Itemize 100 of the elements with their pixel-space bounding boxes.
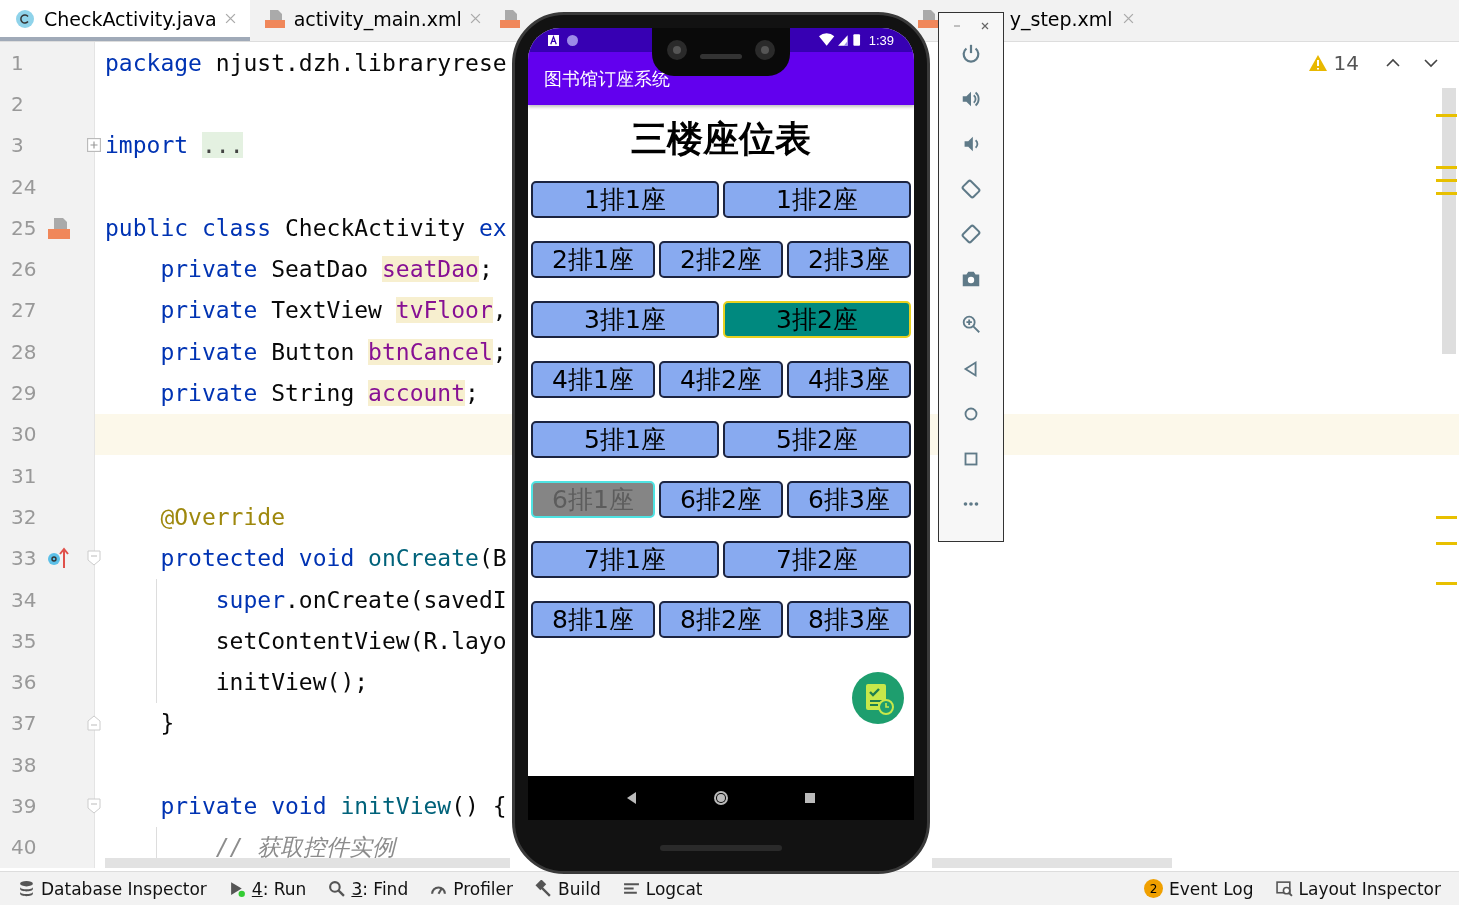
line-number: 39 bbox=[11, 794, 37, 818]
line-number: 38 bbox=[11, 752, 37, 777]
tool-window-label: Profiler bbox=[453, 878, 514, 899]
code-line: setContentView(R.layo bbox=[214, 627, 507, 654]
zoom-icon[interactable] bbox=[960, 313, 982, 335]
line-number: 35 bbox=[11, 628, 37, 653]
line-number: 40 bbox=[11, 835, 37, 860]
code-line: private Button btnCancel; bbox=[159, 338, 507, 365]
line-number: 31 bbox=[11, 463, 37, 488]
line-number: 27 bbox=[11, 298, 37, 323]
line-number: 25 bbox=[11, 215, 37, 240]
horizontal-scrollbar[interactable] bbox=[105, 858, 510, 868]
code-line: public class CheckActivity ex bbox=[105, 214, 507, 241]
list-icon bbox=[622, 880, 640, 897]
line-number: 2 bbox=[11, 91, 24, 116]
run-icon bbox=[228, 880, 246, 897]
seat-button[interactable]: 5排2座 bbox=[723, 421, 911, 458]
tool-window-button[interactable]: Database Inspector bbox=[10, 878, 215, 899]
seat-button[interactable]: 2排3座 bbox=[787, 241, 911, 278]
seat-button[interactable]: 8排2座 bbox=[659, 601, 783, 638]
signal-icon bbox=[818, 33, 861, 47]
tool-window-label: Database Inspector bbox=[41, 878, 207, 899]
line-number: 37 bbox=[11, 711, 37, 736]
warning-icon[interactable] bbox=[1307, 54, 1328, 72]
code-line: protected void onCreate(B bbox=[159, 545, 507, 572]
tool-window-label: Event Log bbox=[1169, 878, 1254, 899]
power-icon[interactable] bbox=[960, 43, 982, 65]
line-number: 26 bbox=[11, 257, 37, 282]
line-number: 29 bbox=[11, 381, 37, 405]
seat-button[interactable]: 6排3座 bbox=[787, 481, 911, 518]
xml-file-icon[interactable] bbox=[916, 8, 939, 29]
sync-icon bbox=[567, 34, 578, 46]
rotate-right-icon[interactable] bbox=[960, 223, 982, 245]
line-number: 1 bbox=[11, 50, 24, 75]
tool-window-button[interactable]: 4: Run bbox=[220, 878, 315, 899]
chevron-up-icon[interactable] bbox=[1385, 58, 1401, 68]
scrollbar-thumb[interactable] bbox=[1442, 88, 1456, 354]
override-icon[interactable] bbox=[46, 546, 70, 571]
line-number: 24 bbox=[11, 174, 37, 199]
editor-tab[interactable]: CheckActivity.java bbox=[0, 0, 250, 41]
close-icon[interactable] bbox=[980, 21, 990, 31]
seat-button[interactable]: 4排3座 bbox=[787, 361, 911, 398]
seat-button[interactable]: 3排2座 bbox=[723, 301, 911, 338]
editor-tab[interactable]: activity_main.xml bbox=[249, 0, 495, 41]
code-line: } bbox=[159, 710, 175, 737]
tool-window-button[interactable]: 3: Find bbox=[320, 878, 417, 899]
seat-button[interactable]: 8排1座 bbox=[531, 601, 655, 638]
notification-icon bbox=[548, 34, 559, 46]
code-line: private SeatDao seatDao; bbox=[159, 256, 493, 283]
checklist-fab-icon[interactable] bbox=[852, 672, 904, 724]
fold-icon[interactable] bbox=[87, 715, 101, 732]
seat-button[interactable]: 2排2座 bbox=[659, 241, 783, 278]
status-time: 1:39 bbox=[868, 32, 894, 48]
tool-window-button[interactable]: Profiler bbox=[422, 878, 522, 899]
tool-window-button[interactable]: Layout Inspector bbox=[1267, 878, 1449, 899]
seat-button[interactable]: 1排1座 bbox=[531, 181, 719, 218]
seat-button[interactable]: 3排1座 bbox=[531, 301, 719, 338]
code-line: import ... bbox=[105, 132, 244, 159]
warning-count[interactable]: 14 bbox=[1333, 51, 1359, 75]
tool-window-button[interactable]: Build bbox=[527, 878, 609, 899]
code-line: package njust.dzh.libraryrese bbox=[105, 49, 507, 76]
home-icon[interactable] bbox=[713, 790, 729, 806]
line-number: 34 bbox=[11, 587, 37, 612]
code-line: private TextView tvFloor, bbox=[159, 297, 507, 324]
tool-window-label: Build bbox=[558, 878, 601, 899]
tool-window-label: Logcat bbox=[645, 878, 703, 899]
code-line: private void initView() { bbox=[159, 793, 507, 819]
chevron-down-icon[interactable] bbox=[1423, 58, 1439, 68]
fold-icon[interactable] bbox=[87, 798, 101, 814]
seat-button[interactable]: 7排1座 bbox=[531, 541, 719, 578]
line-number: 32 bbox=[11, 504, 37, 529]
seat-button[interactable]: 6排2座 bbox=[659, 481, 783, 518]
tool-window-button[interactable]: 2 Event Log bbox=[1136, 878, 1262, 899]
seat-button[interactable]: 4排2座 bbox=[659, 361, 783, 398]
database-icon bbox=[18, 880, 35, 897]
xml-file-icon bbox=[263, 8, 286, 29]
line-number: 3 bbox=[11, 133, 24, 158]
seat-button[interactable]: 1排2座 bbox=[723, 181, 911, 218]
fold-icon[interactable] bbox=[87, 550, 101, 567]
tool-window-button[interactable]: Logcat bbox=[614, 878, 711, 899]
tool-window-label: 3: Find bbox=[351, 878, 409, 899]
tool-window-label: Layout Inspector bbox=[1298, 878, 1441, 899]
line-number: 28 bbox=[11, 339, 37, 364]
seat-button[interactable]: 4排1座 bbox=[531, 361, 655, 398]
line-number: 36 bbox=[11, 670, 37, 695]
code-line: @Override bbox=[159, 503, 285, 530]
horizontal-scrollbar[interactable] bbox=[932, 858, 1172, 868]
seat-button[interactable]: 5排1座 bbox=[531, 421, 719, 458]
expand-icon[interactable] bbox=[87, 137, 101, 154]
tool-window-label: 4: Run bbox=[251, 878, 307, 899]
page-heading: 三楼座位表 bbox=[630, 117, 812, 161]
code-line: // 获取控件实例 bbox=[214, 832, 396, 862]
seat-button[interactable]: 8排3座 bbox=[787, 601, 911, 638]
seat-button[interactable]: 2排1座 bbox=[531, 241, 655, 278]
inspector-icon bbox=[1275, 880, 1293, 897]
seat-button[interactable]: 7排2座 bbox=[723, 541, 911, 578]
rotate-left-icon[interactable] bbox=[960, 178, 982, 200]
editor-tab[interactable]: y_step.xml bbox=[1006, 0, 1148, 41]
code-line: initView(); bbox=[214, 669, 369, 696]
close-icon[interactable] bbox=[224, 13, 236, 24]
